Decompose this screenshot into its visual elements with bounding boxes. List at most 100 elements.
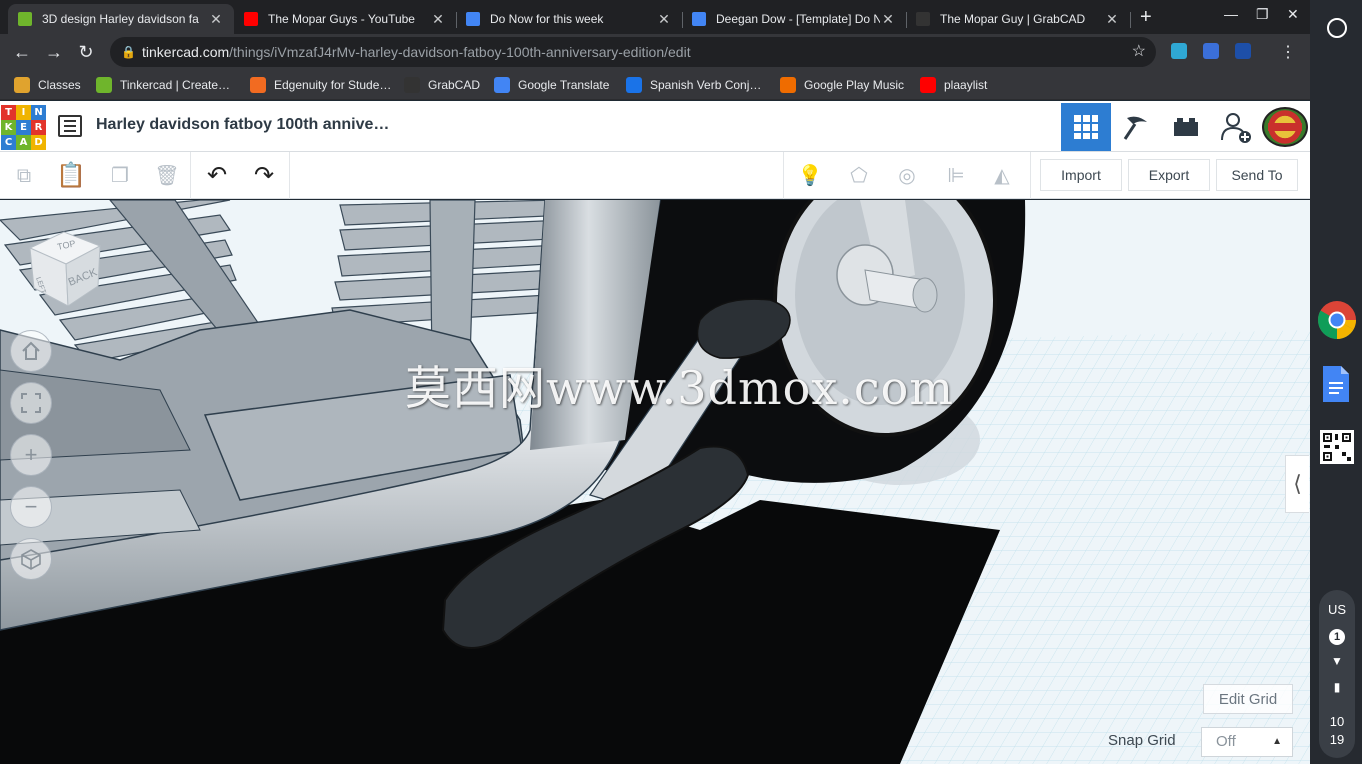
bookmark-label: Google Translate [518, 78, 610, 92]
export-button[interactable]: Export [1128, 159, 1210, 191]
play-music-icon [780, 77, 796, 93]
reload-icon[interactable]: ↻ [74, 40, 98, 64]
dropdown-caret-icon: ▲ [1272, 736, 1282, 747]
tab-title: The Mopar Guy | GrabCAD [940, 12, 1086, 26]
snap-grid-label: Snap Grid [1108, 732, 1176, 749]
logo-letter: C [1, 135, 16, 150]
fit-view-button[interactable] [10, 382, 52, 424]
forward-arrow-icon[interactable]: → [42, 40, 66, 64]
close-tab-icon[interactable]: ✕ [656, 11, 672, 28]
lock-icon: 🔒 [121, 45, 136, 59]
close-window-icon[interactable]: ✕ [1287, 6, 1299, 23]
scene-canvas[interactable] [0, 200, 1310, 764]
bookmark-spanish-verbs[interactable]: Spanish Verb Conj… [626, 76, 761, 94]
bookmark-label: GrabCAD [428, 78, 481, 92]
edit-grid-button[interactable]: Edit Grid [1203, 684, 1293, 714]
classes-icon [14, 77, 30, 93]
zoom-out-button[interactable]: − [10, 486, 52, 528]
close-tab-icon[interactable]: ✕ [208, 11, 224, 28]
address-bar[interactable]: 🔒 tinkercad.com/things/iVmzafJ4rMv-harle… [110, 37, 1156, 67]
back-arrow-icon[interactable]: ← [10, 40, 34, 64]
bookmark-grabcad[interactable]: GrabCAD [404, 76, 480, 94]
clock-minute: 19 [1329, 732, 1345, 747]
status-tray[interactable]: US 1 ▼ ▮ 10 19 [1319, 590, 1355, 758]
tinkercad-header: T I N K E R C A D Harley davidson fatboy… [0, 101, 1310, 152]
grabcad-favicon-icon [916, 12, 930, 26]
tab-title: The Mopar Guys - YouTube [268, 12, 415, 26]
edgenuity-icon [250, 77, 266, 93]
bookmark-label: Classes [38, 78, 81, 92]
design-list-icon[interactable] [58, 115, 82, 137]
tab-separator [1130, 12, 1131, 28]
chrome-logo-icon [1317, 301, 1357, 340]
screen: 3D design Harley davidson fa ✕ The Mopar… [0, 0, 1362, 764]
3d-viewport[interactable]: TOP BACK LEFT + − 莫西网www.3dmox.com ⟨ Edi… [0, 200, 1310, 764]
extension-cloud-icon[interactable] [1171, 43, 1187, 59]
lightbulb-icon[interactable]: 💡 [796, 162, 824, 190]
bookmark-label: Edgenuity for Stude… [274, 78, 392, 92]
extension-b-icon[interactable] [1203, 43, 1219, 59]
browser-tab-3[interactable]: Do Now for this week ✕ [456, 4, 683, 34]
copy-icon[interactable]: ⧉ [10, 162, 38, 190]
align-icon[interactable]: ⊫ [942, 162, 970, 190]
close-tab-icon[interactable]: ✕ [430, 11, 446, 28]
tinkercad-logo[interactable]: T I N K E R C A D [1, 105, 46, 150]
group-icon[interactable]: ⬠ [845, 162, 873, 190]
paste-icon[interactable]: 📋 [56, 162, 86, 190]
delete-icon[interactable]: 🗑 [153, 162, 181, 190]
browser-menu-icon[interactable]: ⋮ [1280, 42, 1296, 62]
ungroup-icon[interactable]: ◎ [893, 162, 921, 190]
zoom-in-button[interactable]: + [10, 434, 52, 476]
launcher-icon[interactable] [1327, 18, 1347, 38]
browser-tab-1[interactable]: 3D design Harley davidson fa ✕ [8, 4, 234, 34]
close-tab-icon[interactable]: ✕ [880, 11, 896, 28]
bookmark-plaaylist[interactable]: plaaylist [920, 76, 987, 94]
bookmark-label: plaaylist [944, 78, 988, 92]
restore-window-icon[interactable]: ❐ [1256, 6, 1269, 23]
browser-tab-5[interactable]: The Mopar Guy | GrabCAD ✕ [906, 4, 1131, 34]
bookmark-star-icon[interactable]: ☆ [1132, 37, 1146, 67]
shapes-panel-toggle[interactable]: ⟨ [1285, 455, 1309, 513]
new-tab-button[interactable]: + [1140, 6, 1152, 29]
bookmark-tinkercad[interactable]: Tinkercad | Create… [96, 76, 230, 94]
bookmark-google-play-music[interactable]: Google Play Music [780, 76, 904, 94]
snap-grid-select[interactable]: Off ▲ [1201, 727, 1293, 757]
bookmark-edgenuity[interactable]: Edgenuity for Stude… [250, 76, 391, 94]
bookmark-classes[interactable]: Classes [14, 76, 81, 94]
google-docs-app-icon[interactable] [1321, 364, 1351, 404]
qr-app-icon[interactable] [1320, 430, 1354, 464]
extension-shield-icon[interactable] [1235, 43, 1251, 59]
add-user-icon [1221, 113, 1251, 143]
chrome-app-icon[interactable] [1317, 300, 1357, 340]
pickaxe-icon [1123, 116, 1147, 140]
browser-tab-4[interactable]: Deegan Dow - [Template] Do N ✕ [682, 4, 907, 34]
brick-icon [1174, 118, 1198, 136]
add-user-button[interactable] [1211, 103, 1261, 151]
minimize-window-icon[interactable]: — [1224, 6, 1238, 22]
design-title[interactable]: Harley davidson fatboy 100th annive… [96, 116, 389, 134]
duplicate-icon[interactable]: ❐ [106, 162, 134, 190]
3d-design-view-button[interactable] [1061, 103, 1111, 151]
bookmark-label: Tinkercad | Create… [120, 78, 231, 92]
url-path: /things/iVmzafJ4rMv-harley-davidson-fatb… [229, 44, 691, 60]
snap-grid-value: Off [1216, 733, 1236, 750]
browser-tab-2[interactable]: The Mopar Guys - YouTube ✕ [234, 4, 457, 34]
tab-title: Do Now for this week [490, 12, 604, 26]
blocks-view-button[interactable] [1111, 103, 1161, 151]
close-tab-icon[interactable]: ✕ [1104, 11, 1120, 28]
perspective-toggle-button[interactable] [10, 538, 52, 580]
user-avatar[interactable] [1262, 107, 1308, 147]
mirror-icon[interactable]: ◭ [988, 162, 1016, 190]
bookmark-google-translate[interactable]: Google Translate [494, 76, 609, 94]
youtube-icon [920, 77, 936, 93]
tab-title: 3D design Harley davidson fa [42, 12, 199, 26]
home-view-button[interactable] [10, 330, 52, 372]
send-to-button[interactable]: Send To [1216, 159, 1298, 191]
view-cube[interactable]: TOP BACK LEFT [28, 230, 104, 306]
undo-icon[interactable]: ↶ [203, 162, 231, 190]
redo-icon[interactable]: ↷ [250, 162, 278, 190]
grid-icon [1074, 115, 1098, 139]
import-button[interactable]: Import [1040, 159, 1122, 191]
bricks-view-button[interactable] [1161, 103, 1211, 151]
cube-perspective-icon [21, 549, 41, 570]
